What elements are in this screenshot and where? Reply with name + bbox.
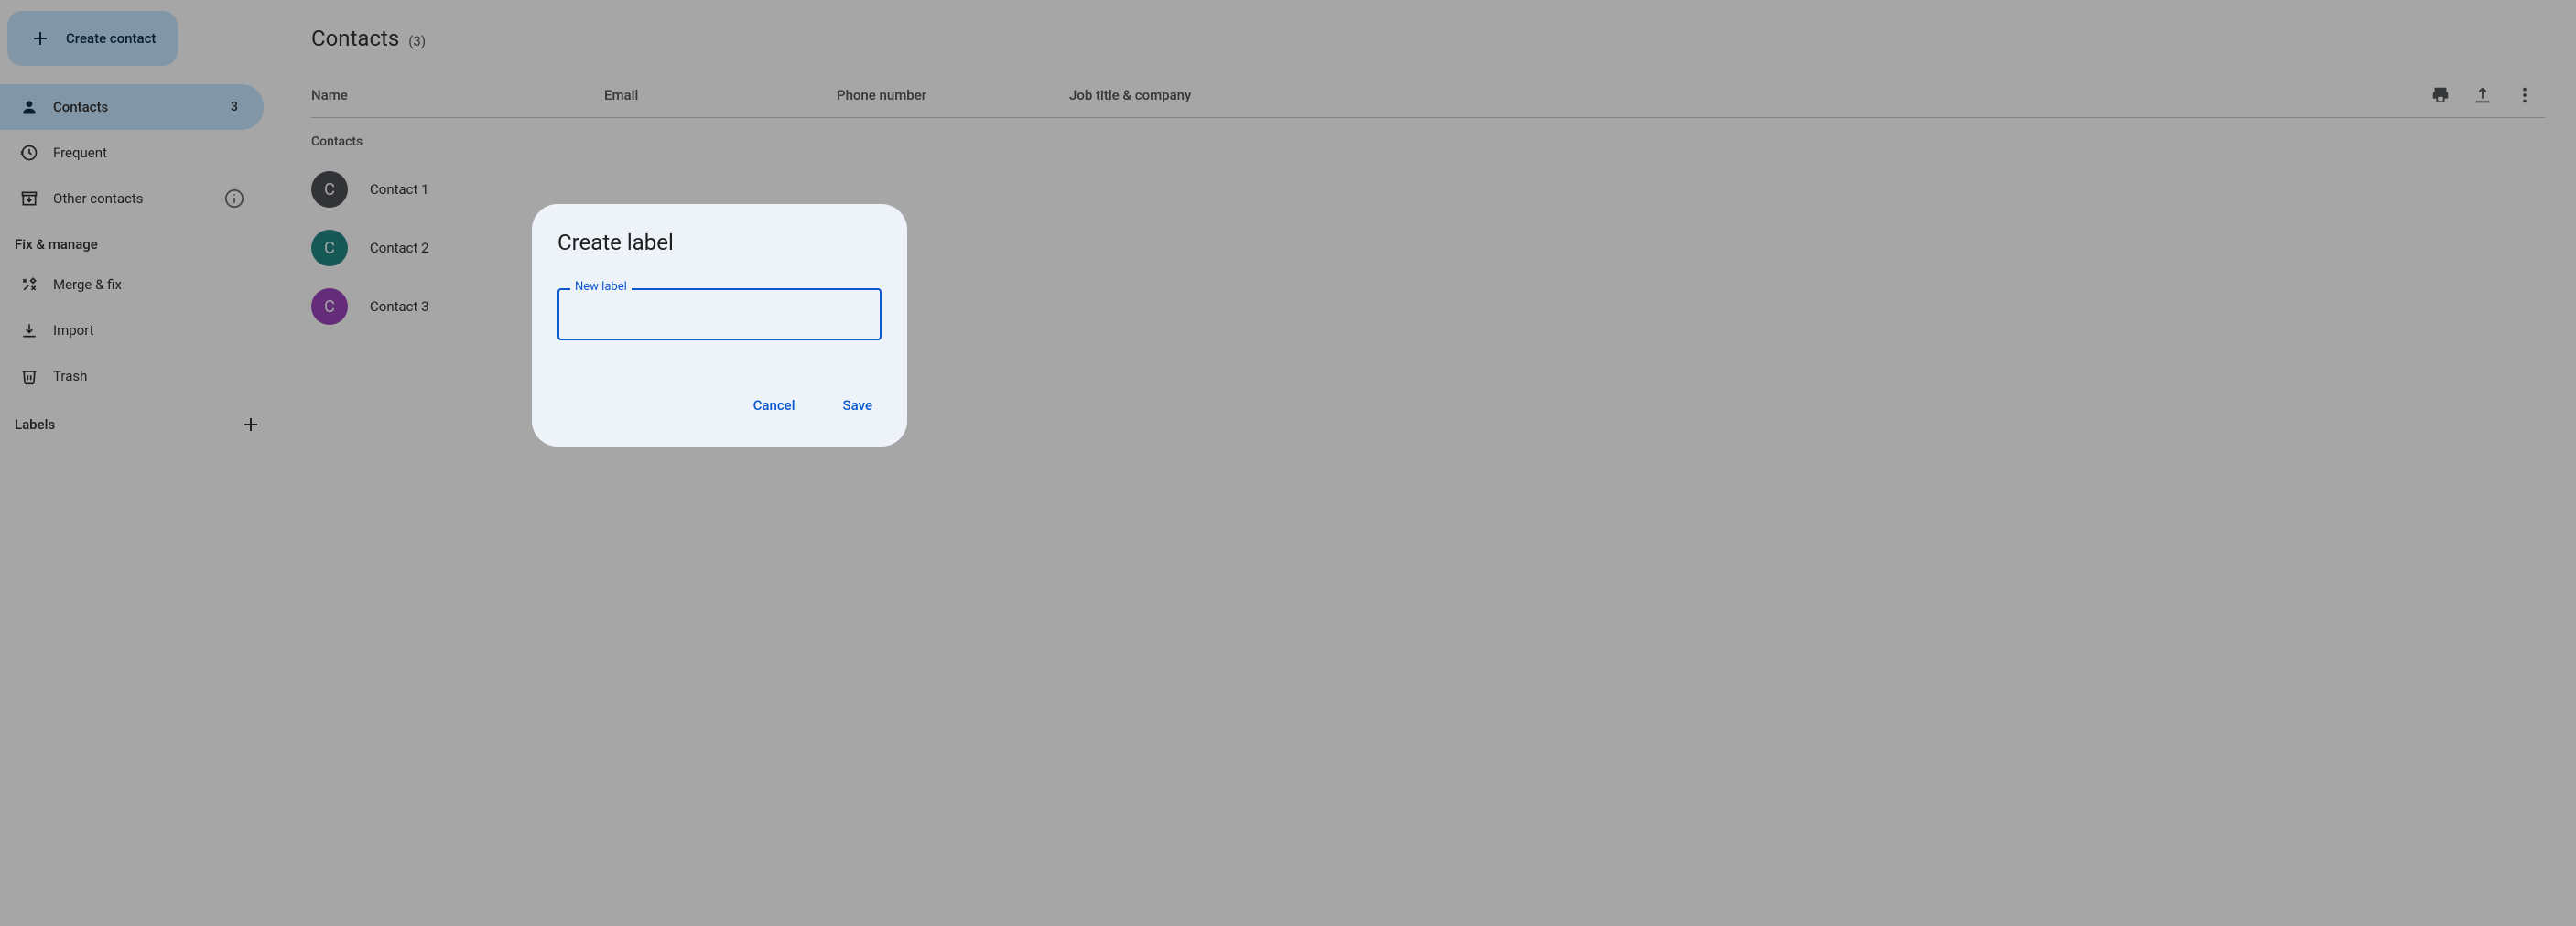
dialog-title: Create label: [557, 230, 882, 255]
cancel-button[interactable]: Cancel: [744, 390, 805, 421]
save-button[interactable]: Save: [834, 390, 882, 421]
modal-overlay[interactable]: Create label New label Cancel Save: [0, 0, 2576, 926]
input-floating-label: New label: [570, 280, 632, 294]
create-label-dialog: Create label New label Cancel Save: [532, 204, 907, 447]
new-label-input[interactable]: [557, 288, 882, 340]
